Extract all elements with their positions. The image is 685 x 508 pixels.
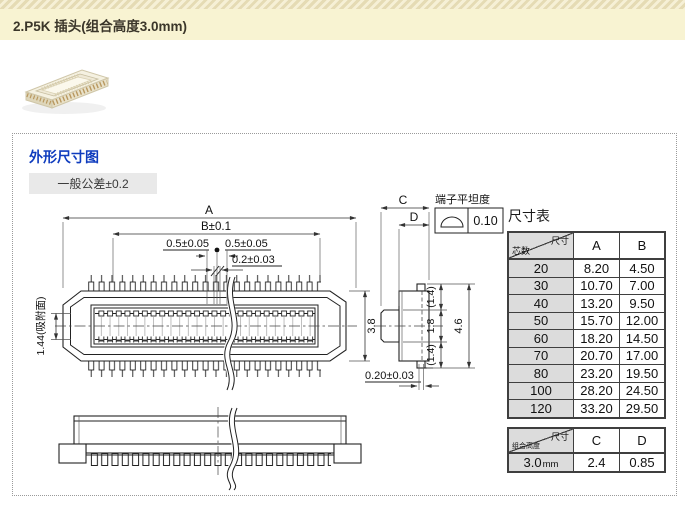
corner-label-size: 尺寸 [551,234,569,247]
col-header-b: B [620,232,666,259]
table-row: 3010.707.00 [508,277,665,295]
corner-label-size: 尺寸 [551,430,569,443]
corner-label-pins: 芯数 [512,244,530,257]
table-row: 5015.7012.00 [508,312,665,330]
dim-label-half-left: 0.5±0.05 [166,238,209,250]
section-title: 外形尺寸图 [29,147,99,167]
col-header-a: A [574,232,620,259]
dim-label-a: A [205,203,213,217]
dim-label-d: D [410,210,419,224]
dim-label-half-right: 0.5±0.05 [225,238,268,250]
table-row: 10028.2024.50 [508,382,665,400]
size-table-header-row: 尺寸 芯数 A B [508,232,665,259]
table-row: 4013.209.50 [508,295,665,313]
unit-label: mm [543,459,559,470]
dimension-panel: 外形尺寸图 一般公差±0.2 [12,133,677,496]
flatness-value: 0.10 [473,214,497,228]
table-row: 6018.2014.50 [508,330,665,348]
dimension-drawing: A B±0.1 0.5±0.05 0.5±0.05 0.2±0.03 [13,194,513,494]
connector-photo-image [12,58,122,122]
top-view [55,266,357,390]
dim-label-pickup: 1.44(吸附面) [34,297,47,356]
front-view [59,407,361,490]
dim-label-c: C [399,194,408,207]
dimension-tables: 尺寸表 尺寸 芯数 A B 208.204.50 3010.707.00 401… [507,206,669,473]
dim-label-b: B±0.1 [201,221,231,233]
pin-row-top [86,275,321,291]
dim-label-center-gap: 0.2±0.03 [232,254,275,266]
front-body [74,416,346,444]
connector-photo [12,58,122,127]
dim-label-lead: 0.20±0.03 [365,370,414,382]
stack-height-cell: 3.0mm [508,453,574,472]
pin-row-bottom [86,361,321,377]
page-header: 2.P5K 插头(组合高度3.0mm) [0,9,685,40]
dim-label-h-top: (1.4) [425,286,437,308]
height-table: 尺寸 组合高度 C D 3.0mm 2.4 0.85 [507,427,666,473]
corner-label-stack-height: 组合高度 [512,441,540,451]
table-row: 7020.7017.00 [508,347,665,365]
table-row: 208.204.50 [508,259,665,277]
table-row: 12033.2029.50 [508,400,665,418]
contact-row-bottom [97,337,315,343]
size-table-title: 尺寸表 [508,206,669,226]
dim-label-h-mid: 1.8 [425,319,437,334]
dim-label-h-bot: (1.4) [425,344,437,366]
height-table-header-row: 尺寸 组合高度 C D [508,428,665,453]
dim-label-h-total: 4.6 [453,318,465,333]
center-mark-dot [215,248,220,253]
flatness-label: 端子平坦度 [435,194,490,206]
flatness-symbol-icon [441,217,463,227]
contact-row-top [97,311,315,317]
flatness-callout: 端子平坦度 0.10 [435,194,503,233]
page-title: 2.P5K 插头(组合高度3.0mm) [13,15,187,35]
corner-header-cell: 尺寸 芯数 [508,232,574,259]
table-row: 3.0mm 2.4 0.85 [508,453,665,472]
table-row: 8023.2019.50 [508,365,665,383]
col-header-c: C [574,428,620,453]
size-table: 尺寸 芯数 A B 208.204.50 3010.707.00 4013.20… [507,231,666,419]
corner-header-cell: 尺寸 组合高度 [508,428,574,453]
tolerance-note: 一般公差±0.2 [29,173,157,194]
decorative-stripe-band [0,0,685,9]
col-header-d: D [620,428,666,453]
